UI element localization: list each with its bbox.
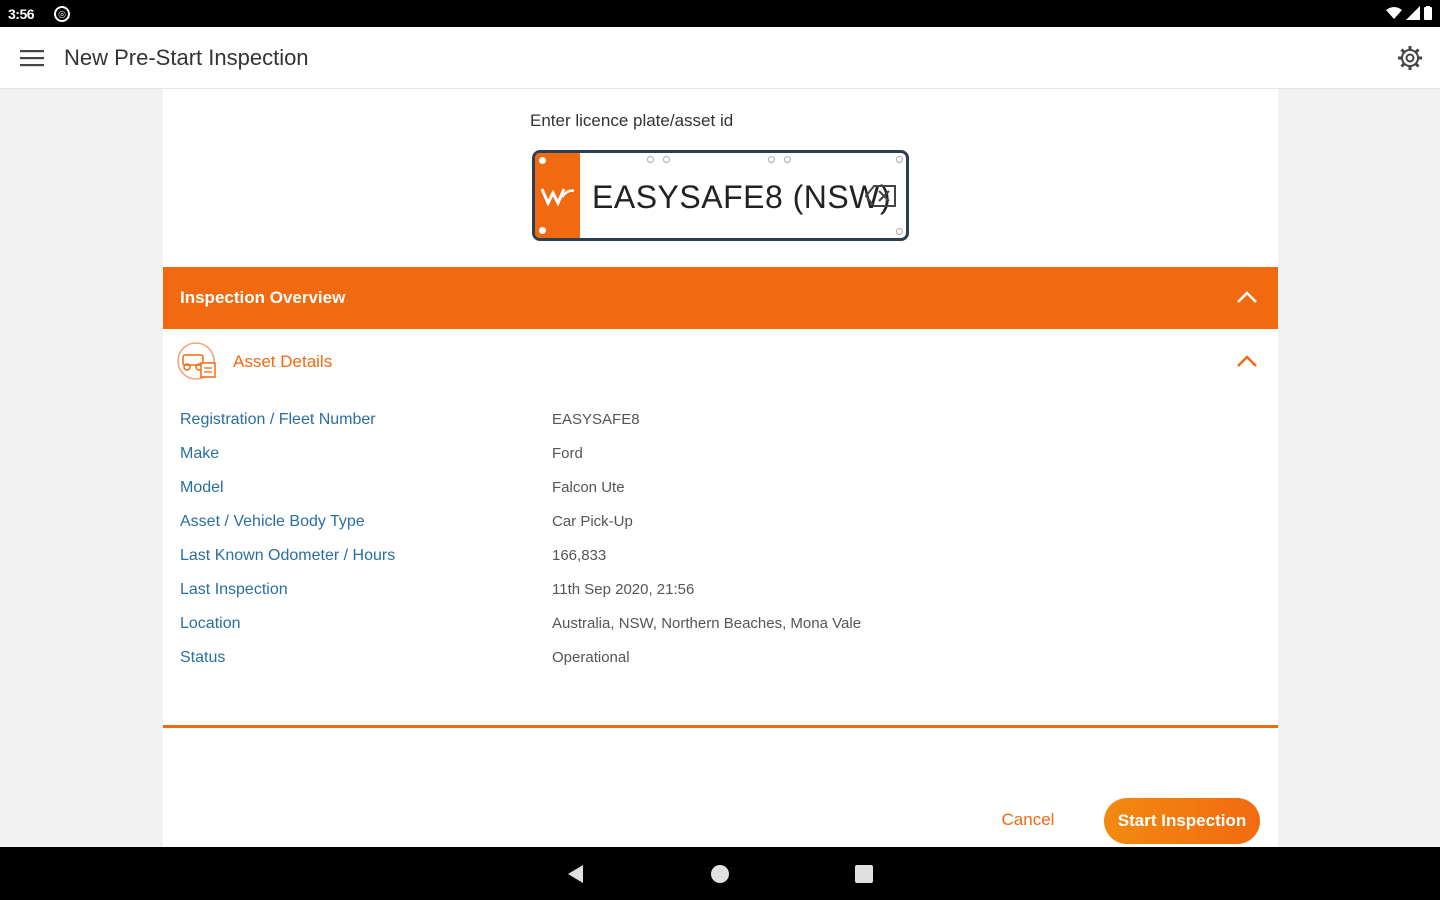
detail-label: Status xyxy=(180,649,226,666)
detail-row: Asset / Vehicle Body Type Car Pick-Up xyxy=(180,509,1260,543)
brand-logo-icon xyxy=(535,153,580,238)
chevron-up-icon xyxy=(1237,355,1257,367)
detail-value: Falcon Ute xyxy=(552,479,625,496)
system-nav-bar xyxy=(0,847,1440,900)
detail-value: Car Pick-Up xyxy=(552,513,633,530)
nav-home-icon[interactable] xyxy=(711,865,729,883)
wifi-icon xyxy=(1386,7,1402,19)
detail-label: Registration / Fleet Number xyxy=(180,411,376,428)
asset-details-header[interactable]: Asset Details xyxy=(163,329,1278,391)
signal-icon xyxy=(1406,6,1420,20)
detail-row: Model Falcon Ute xyxy=(180,475,1260,509)
detail-row: Last Known Odometer / Hours 166,833 xyxy=(180,543,1260,577)
detail-row: Last Inspection 11th Sep 2020, 21:56 xyxy=(180,577,1260,611)
detail-value: Operational xyxy=(552,649,630,666)
asset-details-title: Asset Details xyxy=(233,352,333,371)
detail-value: EASYSAFE8 xyxy=(552,411,640,428)
status-bar: 3:56 ◎ xyxy=(0,0,1440,27)
battery-icon xyxy=(1424,6,1432,20)
detail-value: 11th Sep 2020, 21:56 xyxy=(552,581,695,598)
plate-rivet xyxy=(768,156,775,163)
detail-value: Ford xyxy=(552,445,583,462)
detail-label: Last Known Odometer / Hours xyxy=(180,547,396,564)
cancel-button[interactable]: Cancel xyxy=(993,798,1063,842)
detail-label: Last Inspection xyxy=(180,581,288,598)
detail-value: 166,833 xyxy=(552,547,607,564)
backspace-icon xyxy=(864,185,896,207)
detail-label: Asset / Vehicle Body Type xyxy=(180,513,365,530)
inspection-overview-title: Inspection Overview xyxy=(180,288,346,307)
plate-value: EASYSAFE8 (NSW) xyxy=(592,179,892,215)
page-title: New Pre-Start Inspection xyxy=(64,45,309,70)
asset-details-list: Registration / Fleet Number EASYSAFE8 Ma… xyxy=(180,407,1260,679)
menu-icon xyxy=(20,50,44,67)
plate-rivet xyxy=(539,227,546,234)
plate-rivet xyxy=(896,156,903,163)
app-bar: New Pre-Start Inspection xyxy=(0,27,1440,89)
inspection-overview-header[interactable]: Inspection Overview xyxy=(163,267,1278,329)
plate-rivet xyxy=(896,228,903,235)
detail-label: Make xyxy=(180,445,220,462)
gear-icon xyxy=(1398,46,1422,70)
main-panel: Enter licence plate/asset id EASYSAFE8 (… xyxy=(163,89,1278,847)
detail-row: Registration / Fleet Number EASYSAFE8 xyxy=(180,407,1260,441)
plate-rivet xyxy=(539,157,546,164)
detail-row: Location Australia, NSW, Northern Beache… xyxy=(180,611,1260,645)
detail-row: Make Ford xyxy=(180,441,1260,475)
section-divider xyxy=(163,725,1278,728)
system-icons xyxy=(1386,6,1432,20)
start-inspection-button[interactable]: Start Inspection xyxy=(1104,798,1260,844)
plate-rivet xyxy=(784,156,791,163)
detail-row: Status Operational xyxy=(180,645,1260,679)
chevron-up-icon xyxy=(1237,291,1257,303)
plate-label: Enter licence plate/asset id xyxy=(530,111,734,130)
status-time: 3:56 xyxy=(8,6,35,22)
menu-button[interactable] xyxy=(14,43,50,73)
notification-badge-icon: ◎ xyxy=(54,6,70,22)
detail-value: Australia, NSW, Northern Beaches, Mona V… xyxy=(552,615,862,632)
nav-recents-icon[interactable] xyxy=(855,865,873,883)
plate-rivet xyxy=(647,156,654,163)
nav-back-icon[interactable] xyxy=(565,863,585,885)
detail-label: Model xyxy=(180,479,224,496)
settings-button[interactable] xyxy=(1394,41,1426,75)
vehicle-asset-icon xyxy=(177,342,216,380)
licence-plate-input[interactable]: EASYSAFE8 (NSW) xyxy=(532,150,909,241)
detail-label: Location xyxy=(180,615,241,632)
plate-rivet xyxy=(663,156,670,163)
clear-plate-button[interactable] xyxy=(864,183,898,209)
